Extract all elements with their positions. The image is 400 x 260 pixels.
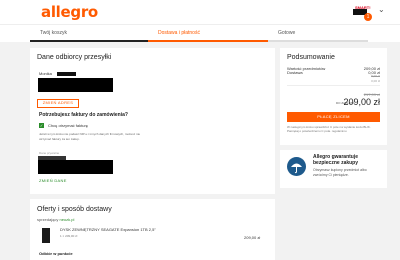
seller-name[interactable]: neozk.pl [59, 217, 74, 222]
delivery-old-price: 8,99 zł [371, 74, 380, 78]
pay-button[interactable]: PŁACĘ ZLICEM [287, 112, 380, 122]
step-cart[interactable]: Twój koszyk [40, 30, 67, 36]
cart-badge[interactable]: 1 [364, 13, 372, 21]
invoice-checkbox-label[interactable]: Chcę otrzymać fakturę [48, 123, 88, 128]
invoice-question: Potrzebujesz faktury do zamówienia? [39, 112, 128, 118]
step-line-done [268, 40, 368, 42]
step-delivery-payment: Dostawa i płatność [158, 30, 200, 36]
invoice-checkbox[interactable]: ✓ [39, 123, 44, 128]
pickup-label: Odbiór w punkcie [39, 251, 73, 256]
chevron-down-icon[interactable]: ⌄ [378, 5, 385, 14]
delivery-label: Dostawa [287, 70, 303, 75]
total-amount: 209,00 zł [343, 97, 380, 107]
product-qty: 1 × 209,00 zł [60, 234, 78, 238]
allegro-logo[interactable]: allegro [41, 3, 98, 21]
product-price: 209,00 zł [244, 235, 261, 240]
surname-redacted [57, 72, 76, 76]
umbrella-icon [287, 157, 306, 176]
step-line-delivery [148, 40, 268, 42]
guarantee-subtitle: Otrzymasz kupiony przedmiot albo zwrócim… [313, 168, 367, 177]
invoice-info: Jeżeli w tym kroku nie podasz NIP-u i in… [39, 132, 141, 141]
delivery-card: Oferty i sposób dostawy sprzedający neoz… [30, 199, 275, 260]
address-redacted [38, 78, 113, 92]
recipient-name: Monika [39, 71, 52, 76]
delivery-title: Oferty i sposób dostawy [37, 206, 112, 213]
guarantee-card: Allegro gwarantuje bezpieczne zakupy Otr… [280, 150, 387, 188]
product-name[interactable]: DYSK ZEWNĘTRZNY SEAGATE Expansion 1TB 2,… [60, 227, 156, 232]
buyer-address-redacted [38, 160, 113, 174]
step-line-cart [30, 40, 148, 42]
summary-divider [287, 85, 380, 86]
summary-title: Podsumowanie [287, 54, 335, 61]
change-address-button[interactable]: ZMIEŃ ADRES [37, 99, 79, 108]
payment-fine-print: W następnym kroku sprawdzisz C pole na w… [287, 125, 371, 133]
seller-label: sprzedający [37, 217, 59, 222]
guarantee-title: Allegro gwarantuje bezpieczne zakupy [313, 154, 359, 166]
delivery-discount: 0,00 zł [371, 79, 380, 83]
summary-card: Podsumowanie Wartość przedmiotów 209,00 … [280, 48, 387, 145]
recipient-title: Dane odbiorcy przesyłki [37, 54, 112, 61]
step-done: Gotowe [278, 30, 296, 36]
seller-line: sprzedający neozk.pl [37, 217, 74, 222]
change-data-button[interactable]: ZMIEŃ DANE [39, 178, 67, 183]
top-header: allegro SMART! 1 ⌄ [0, 0, 400, 24]
recipient-card: Dane odbiorcy przesyłki Monika ZMIEŃ ADR… [30, 48, 275, 194]
checkout-steps: Twój koszyk Dostawa i płatność Gotowe [0, 24, 400, 42]
delivery-row: Dostawa 0,00 zł [287, 70, 380, 75]
product-image[interactable] [42, 228, 50, 243]
buyer-data-label: Dane prywatne [39, 151, 60, 155]
